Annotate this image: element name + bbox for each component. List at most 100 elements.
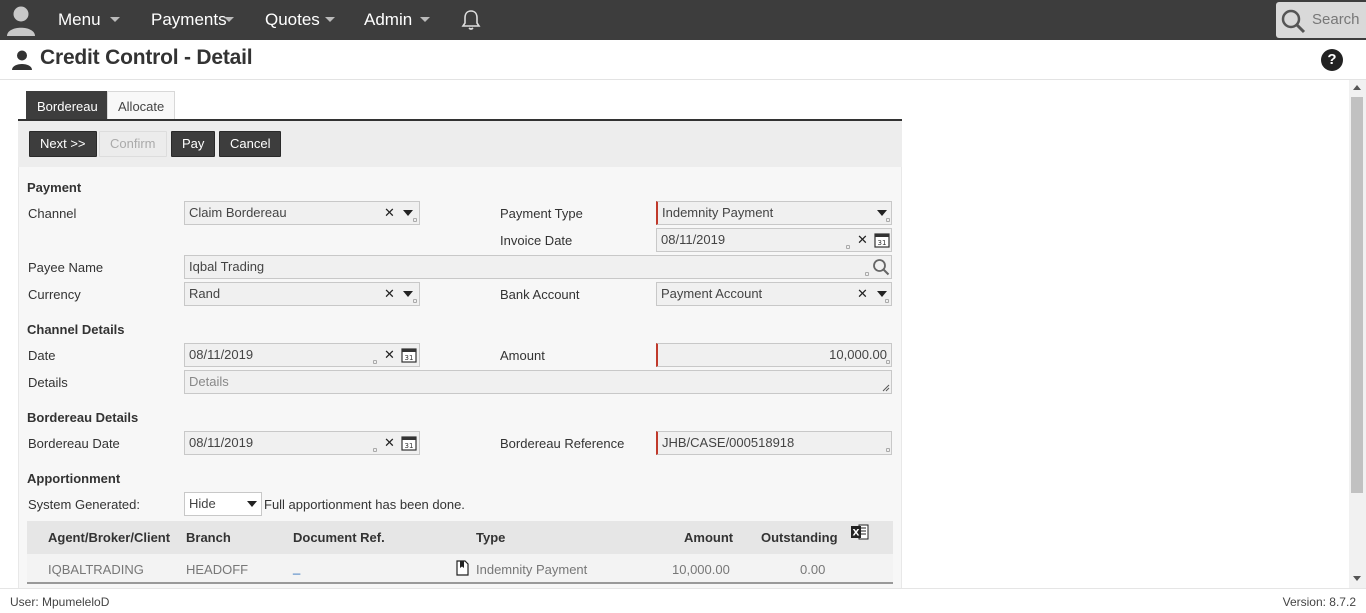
nav-menu[interactable]: Menu: [58, 0, 101, 40]
clear-icon[interactable]: ✕: [857, 229, 868, 251]
label-invoice-date: Invoice Date: [500, 233, 573, 248]
next-button[interactable]: Next >>: [29, 131, 97, 157]
column-header-outstanding[interactable]: Outstanding: [761, 530, 838, 545]
title-bar: Credit Control - Detail ?: [0, 40, 1366, 80]
bell-icon[interactable]: [460, 9, 482, 31]
label-currency: Currency: [28, 287, 81, 302]
section-bordereau-details: Bordereau Details: [27, 410, 139, 425]
invoice-date-field[interactable]: 08/11/2019 ✕ 31: [656, 228, 892, 252]
column-header-agent[interactable]: Agent/Broker/Client: [48, 530, 170, 545]
chevron-down-icon[interactable]: [403, 291, 413, 297]
lock-icon: [413, 299, 417, 303]
scroll-up-arrow-icon[interactable]: [1353, 85, 1361, 90]
vertical-scrollbar[interactable]: [1349, 80, 1366, 588]
currency-select[interactable]: Rand ✕: [184, 282, 420, 306]
section-apportionment: Apportionment: [27, 471, 121, 486]
pay-button[interactable]: Pay: [171, 131, 216, 157]
confirm-button[interactable]: Confirm: [99, 131, 167, 157]
chevron-down-icon[interactable]: [110, 17, 120, 22]
section-payment: Payment: [27, 180, 82, 195]
lock-icon: [865, 272, 869, 276]
lock-icon: [373, 360, 377, 364]
payment-type-select[interactable]: Indemnity Payment: [656, 201, 892, 225]
amount-field[interactable]: 10,000.00: [656, 343, 892, 367]
calendar-icon[interactable]: 31: [874, 232, 890, 248]
details-textarea[interactable]: Details: [184, 370, 892, 394]
bordereau-reference-field[interactable]: JHB/CASE/000518918: [656, 431, 892, 455]
lock-icon: [886, 218, 890, 222]
chevron-down-icon[interactable]: [877, 291, 887, 297]
section-channel-details: Channel Details: [27, 322, 125, 337]
nav-admin[interactable]: Admin: [364, 0, 412, 40]
cell-outstanding: 0.00: [800, 562, 826, 577]
lock-icon: [886, 448, 890, 452]
chevron-down-icon[interactable]: [403, 210, 413, 216]
calendar-icon[interactable]: 31: [401, 435, 417, 451]
cell-agent: IQBALTRADING: [48, 562, 144, 577]
svg-text:31: 31: [405, 354, 414, 362]
lock-icon: [413, 218, 417, 222]
nav-quotes[interactable]: Quotes: [265, 0, 320, 40]
clear-icon[interactable]: ✕: [384, 283, 395, 305]
label-details: Details: [28, 375, 68, 390]
chevron-down-icon[interactable]: [224, 17, 234, 22]
payee-name-field[interactable]: Iqbal Trading: [184, 255, 892, 279]
label-payee-name: Payee Name: [28, 260, 104, 275]
label-bank-account: Bank Account: [500, 287, 580, 302]
column-header-amount[interactable]: Amount: [684, 530, 733, 545]
label-channel: Channel: [28, 206, 77, 221]
lock-icon: [886, 360, 890, 364]
clear-icon[interactable]: ✕: [384, 344, 395, 366]
cancel-button[interactable]: Cancel: [219, 131, 282, 157]
column-header-type[interactable]: Type: [476, 530, 505, 545]
label-system-generated: System Generated:: [28, 497, 140, 512]
clear-icon[interactable]: ✕: [384, 202, 395, 224]
resize-handle-icon[interactable]: [882, 384, 890, 392]
label-bordereau-reference: Bordereau Reference: [500, 436, 625, 451]
user-avatar-icon[interactable]: [4, 3, 38, 37]
bank-account-select[interactable]: Payment Account ✕: [656, 282, 892, 306]
cell-amount: 10,000.00: [672, 562, 730, 577]
status-footer: User: MpumeleloD Version: 8.7.2: [0, 588, 1366, 613]
lock-icon: [885, 299, 889, 303]
scroll-down-arrow-icon[interactable]: [1353, 576, 1361, 581]
system-generated-select[interactable]: Hide: [184, 492, 262, 516]
cell-branch: HEADOFF: [186, 562, 249, 577]
search-icon: [1281, 9, 1306, 34]
lock-icon: [846, 245, 850, 249]
chevron-down-icon[interactable]: [247, 501, 257, 507]
label-bordereau-date: Bordereau Date: [28, 436, 120, 451]
search-box[interactable]: Search: [1276, 2, 1366, 38]
column-header-document-ref[interactable]: Document Ref.: [293, 530, 385, 545]
excel-export-icon[interactable]: X: [851, 524, 869, 540]
search-icon[interactable]: [872, 258, 890, 276]
search-input[interactable]: Search: [1312, 11, 1360, 28]
column-header-branch[interactable]: Branch: [186, 530, 231, 545]
chevron-down-icon[interactable]: [420, 17, 430, 22]
chevron-down-icon[interactable]: [325, 17, 335, 22]
help-icon[interactable]: ?: [1321, 49, 1343, 71]
scroll-thumb[interactable]: [1351, 97, 1363, 493]
app-version: Version: 8.7.2: [1282, 595, 1356, 609]
label-amount: Amount: [500, 348, 545, 363]
document-icon[interactable]: [455, 560, 470, 576]
person-icon: [12, 50, 32, 70]
svg-text:31: 31: [878, 239, 887, 247]
current-user: User: MpumeleloD: [10, 595, 110, 609]
label-date: Date: [28, 348, 56, 363]
svg-text:31: 31: [405, 442, 414, 450]
clear-icon[interactable]: ✕: [857, 283, 868, 305]
tab-allocate[interactable]: Allocate: [107, 91, 176, 120]
calendar-icon[interactable]: 31: [401, 347, 417, 363]
bordereau-date-field[interactable]: 08/11/2019 ✕ 31: [184, 431, 420, 455]
clear-icon[interactable]: ✕: [384, 432, 395, 454]
document-ref-link[interactable]: _: [293, 560, 300, 575]
label-payment-type: Payment Type: [500, 206, 583, 221]
date-field[interactable]: 08/11/2019 ✕ 31: [184, 343, 420, 367]
channel-select[interactable]: Claim Bordereau ✕: [184, 201, 420, 225]
svg-text:X: X: [853, 529, 860, 539]
nav-payments[interactable]: Payments: [151, 0, 227, 40]
cell-type: Indemnity Payment: [476, 562, 588, 577]
tab-bordereau[interactable]: Bordereau: [26, 91, 109, 120]
chevron-down-icon[interactable]: [877, 210, 887, 216]
